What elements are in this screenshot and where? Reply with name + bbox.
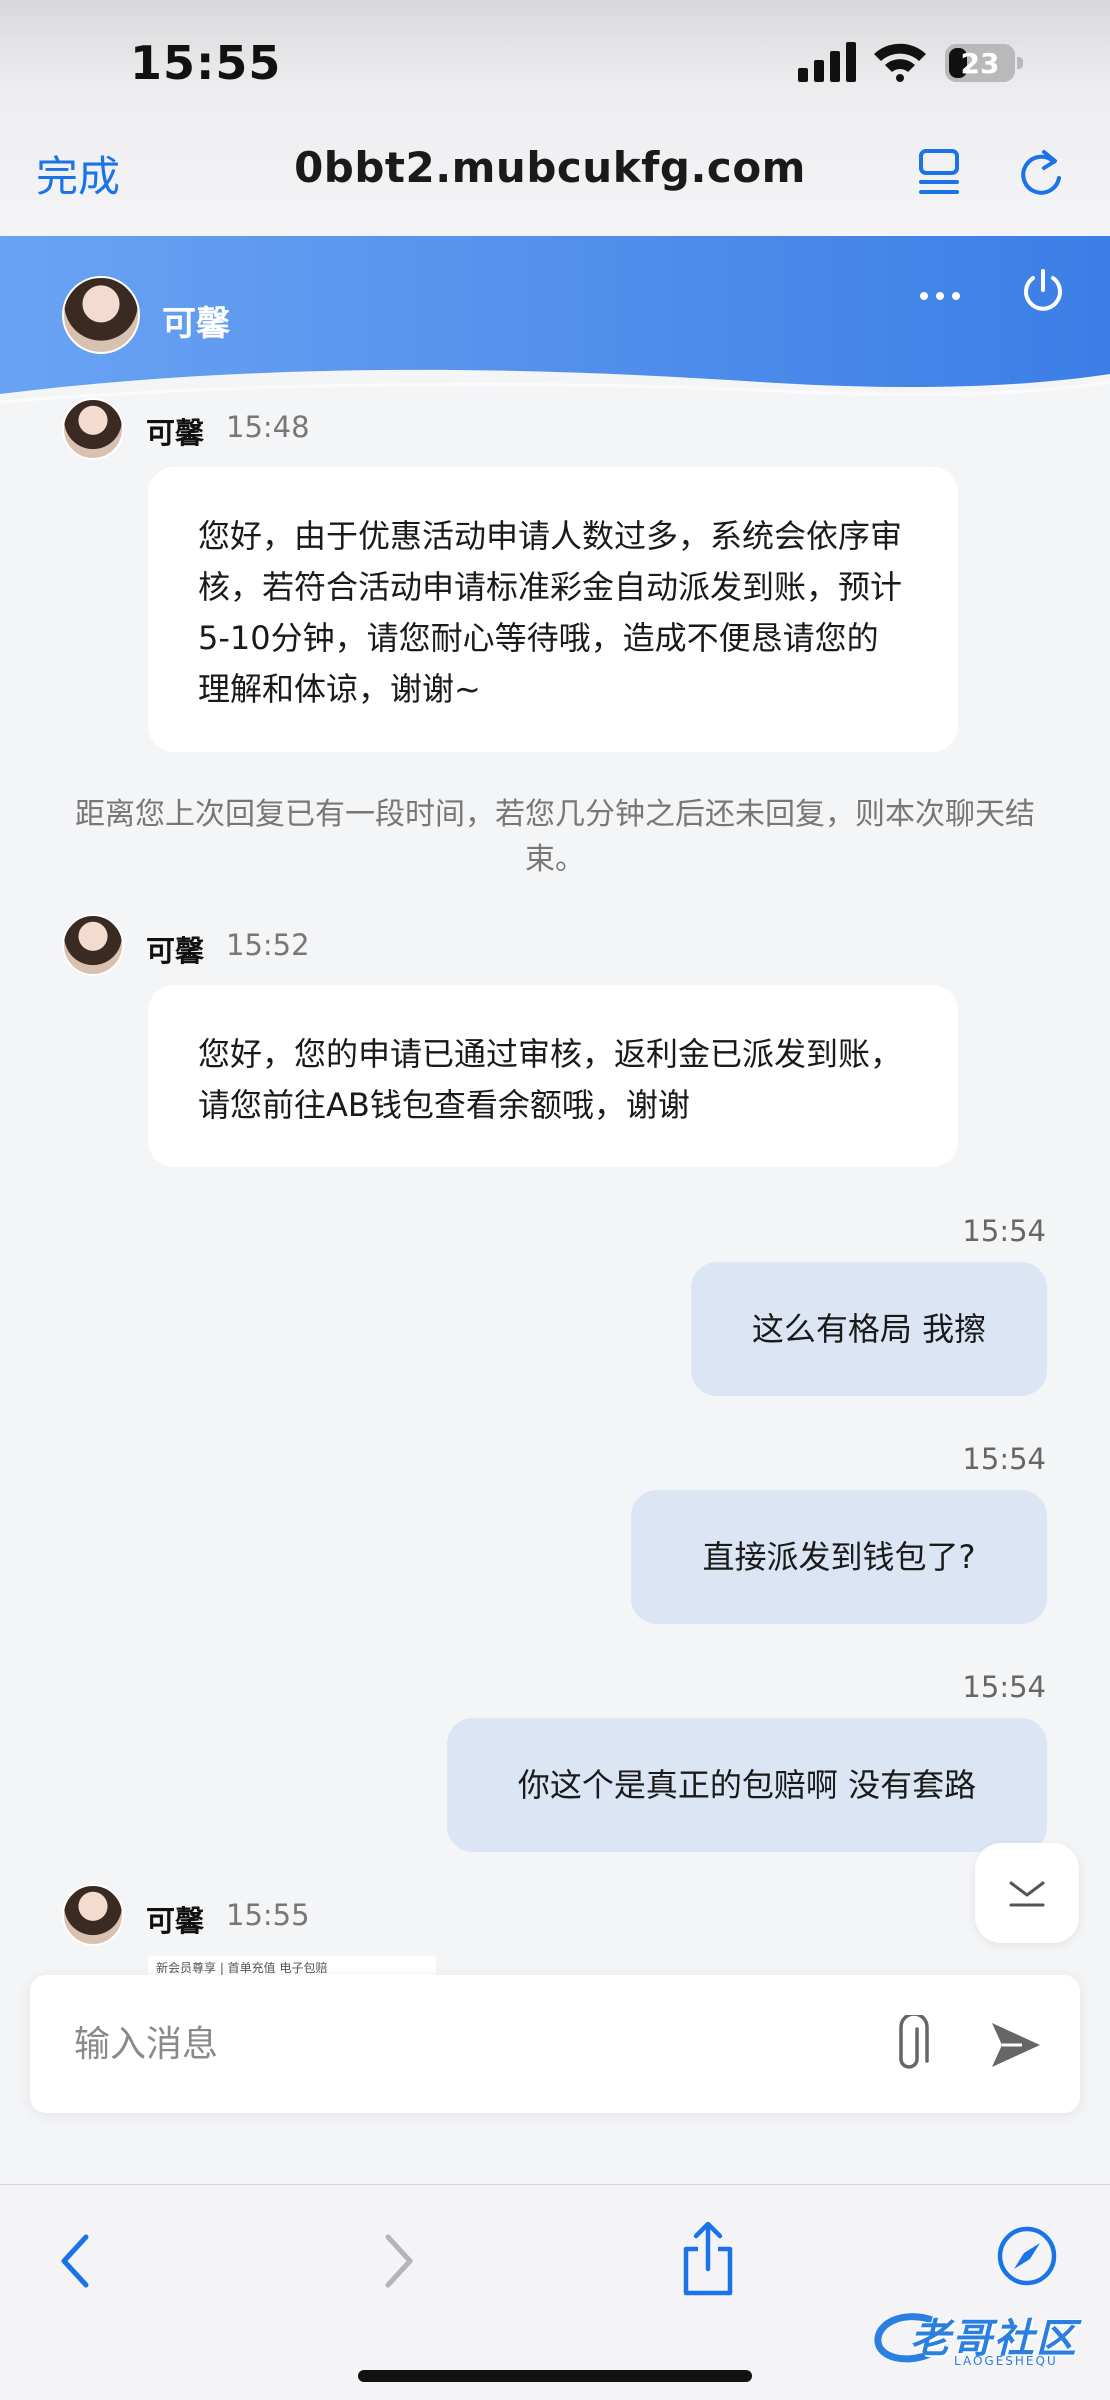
message-time: 15:54 <box>962 1214 1046 1248</box>
agent-avatar <box>62 1884 124 1946</box>
incoming-message-bubble: 您好，由于优惠活动申请人数过多，系统会依序审核，若符合活动申请标准彩金自动派发到… <box>148 467 958 752</box>
battery-level: 23 <box>960 47 1000 80</box>
message-time: 15:48 <box>226 410 310 444</box>
back-icon[interactable] <box>56 2229 96 2293</box>
outgoing-message-bubble: 你这个是真正的包赔啊 没有套路 <box>447 1718 1047 1852</box>
message-sender: 可馨 <box>146 1904 205 1938</box>
watermark-subtext: LAOGESHEQU <box>954 2354 1058 2368</box>
message-time: 15:54 <box>962 1670 1046 1704</box>
incoming-message-bubble: 您好，您的申请已通过审核，返利金已派发到账，请您前往AB钱包查看余额哦，谢谢 <box>148 985 958 1167</box>
chat-header: 可馨 <box>0 236 1110 416</box>
outgoing-message-bubble: 直接派发到钱包了? <box>631 1490 1047 1624</box>
address-bar-url[interactable]: 0bbt2.mubcukfg.com <box>250 143 850 192</box>
message-input[interactable] <box>74 2011 854 2077</box>
reader-view-icon[interactable] <box>918 148 960 196</box>
battery-icon: 23 <box>945 44 1025 84</box>
end-chat-icon[interactable] <box>1018 266 1068 316</box>
system-notice: 距离您上次回复已有一段时间，若您几分钟之后还未回复，则本次聊天结束。 <box>75 797 1035 877</box>
browser-top-bar: 15:55 23 完成 0bbt2.mubcukfg.com <box>0 0 1110 236</box>
image-message-preview[interactable]: 新会员尊享 | 首单充值 电子包赔 <box>148 1956 436 1976</box>
reload-icon[interactable] <box>1016 144 1066 198</box>
outgoing-message-bubble: 这么有格局 我擦 <box>691 1262 1047 1396</box>
message-sender: 可馨 <box>146 416 205 450</box>
message-time: 15:52 <box>226 928 310 962</box>
compass-icon[interactable] <box>996 2225 1058 2287</box>
agent-avatar <box>62 276 140 354</box>
message-time: 15:55 <box>226 1898 310 1932</box>
agent-name: 可馨 <box>162 304 230 344</box>
watermark-logo: 老哥社区 LAOGESHEQU <box>870 2302 1096 2372</box>
done-button[interactable]: 完成 <box>36 143 120 204</box>
wifi-icon <box>874 43 926 82</box>
message-input-bar <box>30 1975 1080 2113</box>
send-icon[interactable] <box>988 2017 1044 2073</box>
share-icon[interactable] <box>678 2219 738 2297</box>
attachment-icon[interactable] <box>886 2015 932 2077</box>
status-time: 15:55 <box>130 36 282 90</box>
cellular-signal-icon <box>798 42 856 82</box>
header-wave <box>0 369 1110 416</box>
forward-icon[interactable] <box>378 2229 418 2293</box>
message-time: 15:54 <box>962 1442 1046 1476</box>
scroll-to-bottom-button[interactable] <box>975 1843 1079 1943</box>
chevron-down-icon <box>1009 1881 1045 1907</box>
agent-avatar <box>62 398 124 460</box>
home-indicator[interactable] <box>358 2370 752 2382</box>
message-sender: 可馨 <box>146 934 205 968</box>
more-options-icon[interactable] <box>916 276 964 316</box>
agent-avatar <box>62 914 124 976</box>
